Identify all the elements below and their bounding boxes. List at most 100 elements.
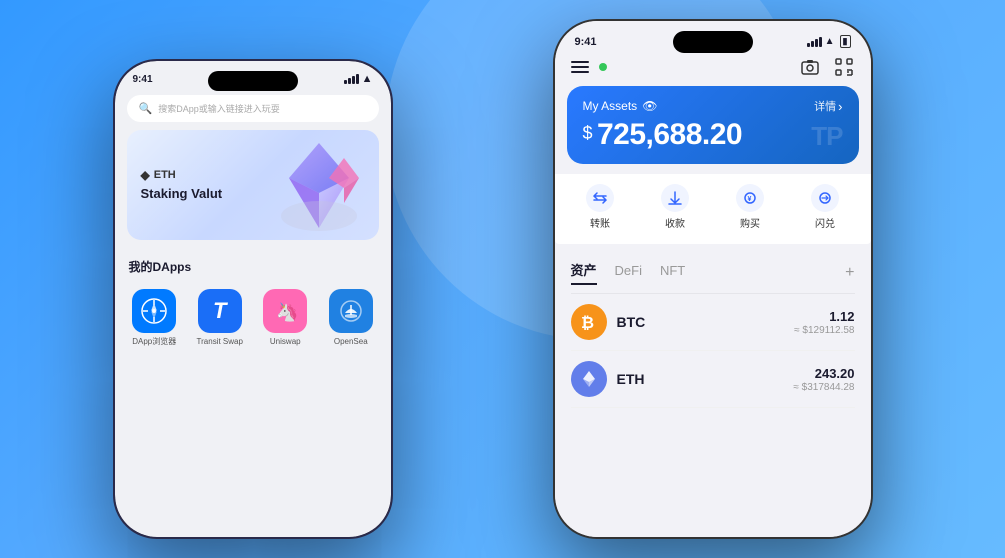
phones-container: 9:41 ▲ 🔍 搜索DApp或输入链接进入玩耍	[53, 19, 953, 539]
dynamic-island-left	[208, 71, 298, 91]
dapp-label-uniswap: Uniswap	[270, 337, 301, 347]
compass-icon	[140, 297, 168, 325]
top-bar-icons	[799, 56, 855, 78]
dapp-icon-browser	[132, 289, 176, 333]
signal-bar-r2	[811, 41, 814, 47]
dapp-icon-transit: T	[198, 289, 242, 333]
asset-row-eth[interactable]: ETH 243.20 ≈ $317844.28	[571, 351, 855, 408]
opensea-icon	[337, 297, 365, 325]
tp-watermark: TP	[811, 121, 842, 152]
eth-usd: ≈ $317844.28	[793, 382, 854, 393]
dapp-label-transit: Transit Swap	[197, 337, 243, 347]
dollar-sign: $	[583, 123, 593, 144]
right-time: 9:41	[575, 36, 597, 48]
hamburger-line-3	[571, 71, 589, 73]
action-receive[interactable]: 收款	[653, 178, 697, 236]
action-swap[interactable]: 闪兑	[803, 178, 847, 236]
transfer-icon	[586, 184, 614, 212]
buy-label: 购买	[740, 215, 760, 230]
phone-left: 9:41 ▲ 🔍 搜索DApp或输入链接进入玩耍	[113, 59, 393, 539]
signal-bar-2	[348, 78, 351, 84]
right-signal: ▲ ▮	[807, 35, 851, 48]
btc-name: BTC	[617, 314, 785, 330]
search-icon: 🔍	[139, 102, 153, 115]
eye-icon[interactable]: 👁	[642, 99, 657, 113]
eth-name: ETH	[617, 371, 784, 387]
left-time: 9:41	[133, 74, 153, 85]
signal-bar-r3	[815, 39, 818, 47]
hamburger-line-2	[571, 66, 589, 68]
eth-banner: ◆ ETH Staking Valut	[127, 130, 379, 240]
action-transfer[interactable]: 转账	[578, 178, 622, 236]
swap-label: 闪兑	[815, 215, 835, 230]
dapp-label-browser: DApp浏览器	[132, 337, 176, 347]
dapp-icon-uniswap: 🦄	[263, 289, 307, 333]
add-asset-button[interactable]: +	[845, 264, 854, 282]
dynamic-island-right	[673, 31, 753, 53]
transit-t-icon: T	[213, 298, 226, 324]
assets-header: My Assets 👁 详情 ›	[583, 98, 843, 114]
svg-text:🦄: 🦄	[276, 301, 298, 322]
signal-bars-left	[344, 74, 359, 84]
right-top-bar	[555, 52, 871, 86]
eth-balance: 243.20	[793, 366, 854, 381]
tab-nft[interactable]: NFT	[660, 263, 685, 282]
dapp-icon-opensea	[329, 289, 373, 333]
camera-icon[interactable]	[799, 56, 821, 78]
signal-bar-4	[356, 74, 359, 84]
right-phone-screen: 9:41 ▲ ▮	[555, 21, 871, 537]
swap-icon	[811, 184, 839, 212]
signal-bar-1	[344, 80, 347, 84]
eth-diamond-icon: ◆	[141, 168, 150, 182]
eth-banner-title: ◆ ETH	[141, 168, 223, 182]
signal-bars-right	[807, 37, 822, 47]
dapp-label-opensea: OpenSea	[334, 337, 368, 347]
action-row: 转账 收款 ¥	[555, 174, 871, 244]
eth-amounts: 243.20 ≈ $317844.28	[793, 366, 854, 393]
detail-chevron: ›	[838, 99, 842, 114]
transfer-label: 转账	[590, 215, 610, 230]
receive-icon	[661, 184, 689, 212]
wifi-icon-right: ▲	[825, 36, 835, 47]
action-buy[interactable]: ¥ 购买	[728, 178, 772, 236]
dapp-item-opensea[interactable]: OpenSea	[327, 289, 375, 347]
tab-defi[interactable]: DeFi	[615, 263, 642, 282]
tab-bar: 资产 DeFi NFT +	[555, 252, 871, 293]
receive-label: 收款	[665, 215, 685, 230]
dapp-item-uniswap[interactable]: 🦄 Uniswap	[261, 289, 309, 347]
assets-amount-row: $ 725,688.20	[583, 118, 843, 152]
asset-list: ₿ BTC 1.12 ≈ $129112.58	[555, 294, 871, 408]
buy-icon: ¥	[736, 184, 764, 212]
signal-bar-r1	[807, 43, 810, 47]
eth-banner-text: ◆ ETH Staking Valut	[141, 168, 223, 203]
dapp-item-browser[interactable]: DApp浏览器	[130, 289, 178, 347]
online-indicator	[599, 63, 607, 71]
left-signal: ▲	[344, 73, 373, 85]
btc-amounts: 1.12 ≈ $129112.58	[794, 309, 854, 336]
scan-icon[interactable]	[833, 56, 855, 78]
assets-detail-link[interactable]: 详情 ›	[814, 98, 842, 114]
signal-bar-3	[352, 76, 355, 84]
hamburger-menu[interactable]	[571, 61, 589, 73]
asset-row-btc[interactable]: ₿ BTC 1.12 ≈ $129112.58	[571, 294, 855, 351]
dapp-item-transit[interactable]: T Transit Swap	[196, 289, 244, 347]
assets-title: My Assets 👁	[583, 99, 658, 113]
svg-text:¥: ¥	[748, 196, 752, 203]
tab-assets[interactable]: 资产	[571, 260, 597, 285]
wifi-icon-left: ▲	[362, 73, 373, 85]
crystal-graphic	[269, 138, 369, 233]
phone-right: 9:41 ▲ ▮	[553, 19, 873, 539]
svg-text:₿: ₿	[581, 314, 594, 332]
assets-amount: 725,688.20	[597, 118, 742, 151]
eth-icon-coin	[571, 361, 607, 397]
btc-balance: 1.12	[794, 309, 854, 324]
unicorn-icon: 🦄	[272, 298, 298, 324]
left-phone-screen: 9:41 ▲ 🔍 搜索DApp或输入链接进入玩耍	[115, 61, 391, 537]
hamburger-line-1	[571, 61, 589, 63]
signal-bar-r4	[819, 37, 822, 47]
dapps-grid: DApp浏览器 T Transit Swap 🦄 Unis	[115, 281, 391, 355]
btc-usd: ≈ $129112.58	[794, 325, 854, 336]
search-bar[interactable]: 🔍 搜索DApp或输入链接进入玩耍	[127, 95, 379, 122]
btc-icon: ₿	[571, 304, 607, 340]
battery-icon: ▮	[840, 35, 851, 48]
